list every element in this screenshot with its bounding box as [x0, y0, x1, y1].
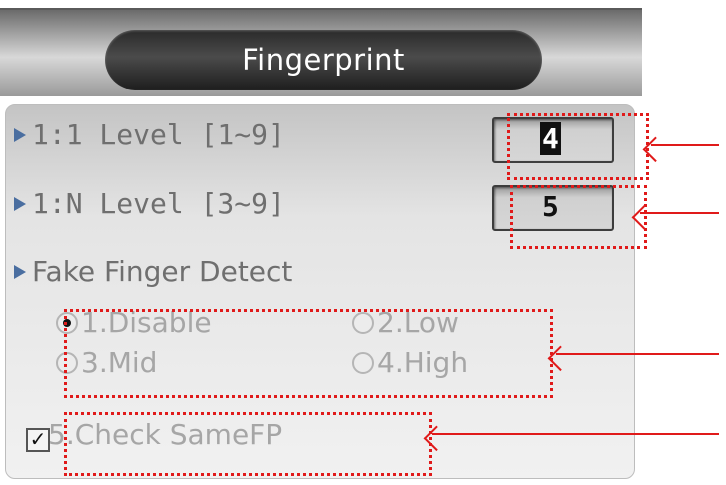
annotation-arrow-icon — [556, 353, 719, 355]
level-1to1-label: 1:1 Level [1~9] — [32, 118, 285, 151]
level-1toN-row[interactable]: 1:N Level [3~9] — [14, 187, 285, 220]
annotation-box-level-1toN — [510, 185, 647, 249]
page-title: Fingerprint — [242, 43, 405, 77]
check-samefp-checkbox[interactable]: ✓ — [26, 428, 50, 452]
triangle-bullet-icon — [14, 196, 26, 211]
triangle-bullet-icon — [14, 264, 26, 279]
header-bar: Fingerprint — [0, 8, 642, 96]
title-pill: Fingerprint — [105, 30, 542, 90]
annotation-arrow-icon — [651, 144, 719, 146]
level-1to1-row[interactable]: 1:1 Level [1~9] — [14, 118, 285, 151]
level-1toN-label: 1:N Level [3~9] — [32, 187, 285, 220]
fake-finger-label: Fake Finger Detect — [32, 255, 293, 288]
fake-finger-row: Fake Finger Detect — [14, 255, 292, 288]
triangle-bullet-icon — [14, 127, 26, 142]
annotation-arrow-icon — [640, 212, 719, 214]
annotation-box-fake-finger — [64, 309, 553, 398]
annotation-box-check-samefp — [64, 412, 432, 476]
annotation-box-level-1to1 — [507, 113, 649, 180]
checkmark-icon: ✓ — [29, 427, 47, 451]
annotation-arrow-icon — [432, 433, 719, 435]
